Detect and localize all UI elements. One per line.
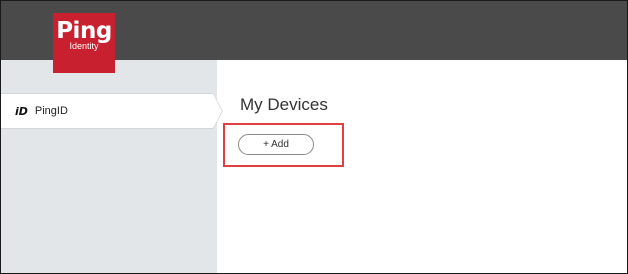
- sidebar-item-label: PingID: [34, 105, 68, 117]
- sidebar: iD PingID: [1, 60, 223, 273]
- logo-text: Ping: [56, 18, 112, 44]
- ping-identity-logo: Ping Identity: [53, 13, 115, 73]
- sidebar-item-pingid[interactable]: iD PingID: [1, 93, 223, 129]
- page-title: My Devices: [240, 95, 328, 114]
- id-icon: iD: [15, 104, 28, 118]
- app-window: Ping Identity iD PingID My Devices + Add: [0, 0, 628, 274]
- add-device-button[interactable]: + Add: [238, 134, 314, 155]
